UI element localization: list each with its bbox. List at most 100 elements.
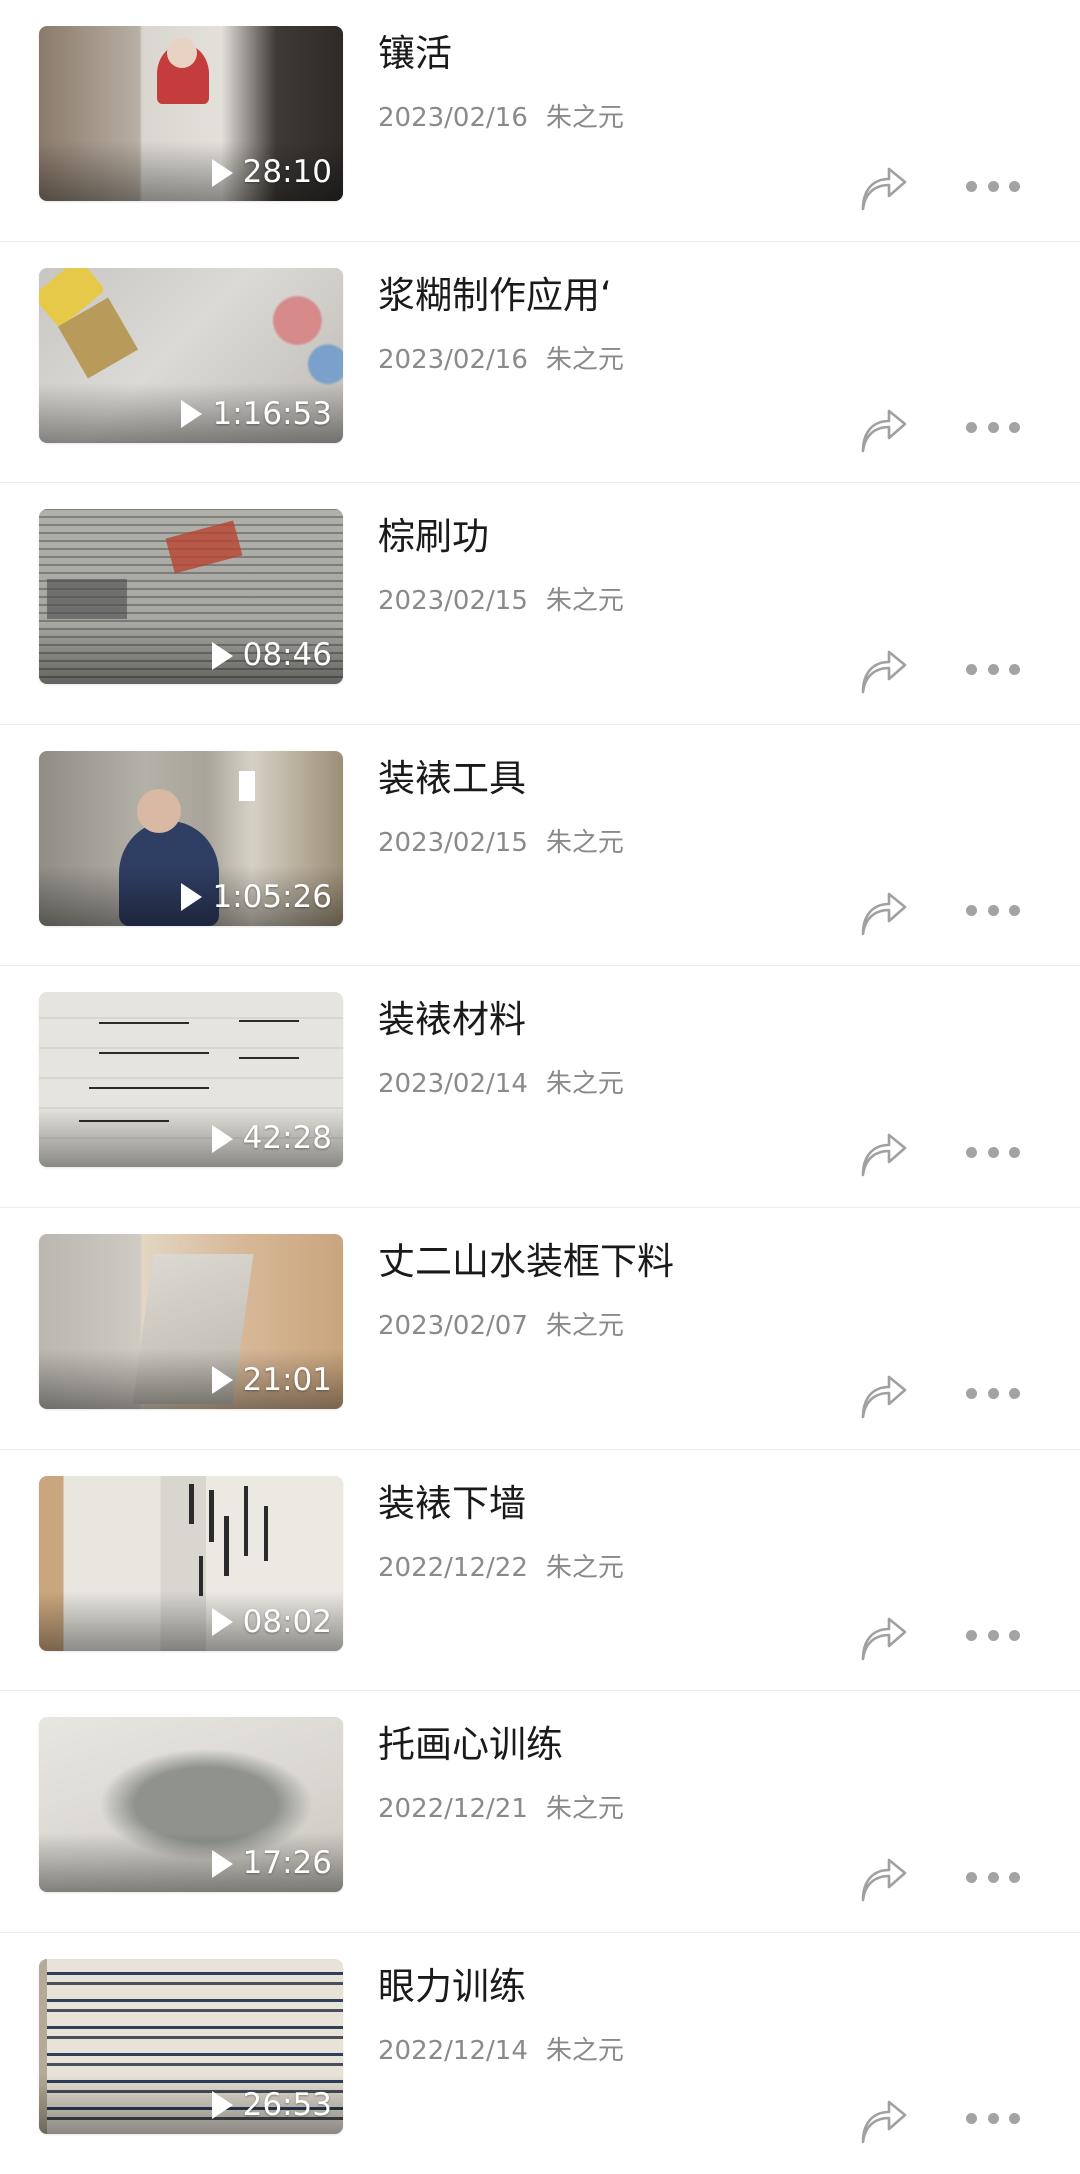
video-thumbnail[interactable]: 08:46 <box>39 509 343 685</box>
video-meta: 2023/02/16 朱之元 <box>378 342 624 378</box>
more-dots-icon[interactable] <box>966 1870 1020 1884</box>
play-icon <box>181 883 203 912</box>
share-arrow-icon[interactable] <box>857 891 909 939</box>
video-date: 2023/02/15 <box>378 586 528 617</box>
video-list-item[interactable]: 26:53 眼力训练 2022/12/14 朱之元 <box>0 1933 1080 2174</box>
video-list-item[interactable]: 28:10 镶活 2023/02/16 朱之元 <box>0 0 1080 242</box>
video-author[interactable]: 朱之元 <box>546 1553 624 1583</box>
video-title[interactable]: 装裱下墙 <box>378 1480 526 1528</box>
duration-text: 28:10 <box>242 154 332 190</box>
video-list-item[interactable]: 08:02 装裱下墙 2022/12/22 朱之元 <box>0 1450 1080 1692</box>
video-date: 2023/02/15 <box>378 827 528 858</box>
more-dots-icon[interactable] <box>966 421 1020 435</box>
share-arrow-icon[interactable] <box>857 166 909 214</box>
play-icon <box>211 1366 233 1395</box>
video-date: 2023/02/16 <box>378 103 528 133</box>
video-thumbnail[interactable]: 21:01 <box>39 1233 343 1409</box>
duration-badge: 1:16:53 <box>181 395 332 432</box>
video-author[interactable]: 朱之元 <box>546 103 624 133</box>
video-date: 2022/12/22 <box>378 1552 528 1583</box>
video-list-item[interactable]: 21:01 丈二山水装框下料 2023/02/07 朱之元 <box>0 1208 1080 1450</box>
video-author[interactable]: 朱之元 <box>546 345 624 375</box>
duration-badge: 42:28 <box>211 1120 332 1157</box>
share-arrow-icon[interactable] <box>857 1132 909 1180</box>
play-icon <box>211 158 233 187</box>
share-arrow-icon[interactable] <box>857 408 909 456</box>
video-list-item[interactable]: 1:16:53 浆糊制作应用‘ 2023/02/16 朱之元 <box>0 242 1080 484</box>
video-meta: 2023/02/15 朱之元 <box>378 583 624 619</box>
video-thumbnail[interactable]: 17:26 <box>39 1717 343 1893</box>
video-date: 2022/12/21 <box>378 1794 528 1825</box>
more-dots-icon[interactable] <box>966 179 1020 193</box>
share-arrow-icon[interactable] <box>857 1857 909 1905</box>
video-date: 2023/02/14 <box>378 1069 528 1100</box>
video-thumbnail[interactable]: 42:28 <box>39 992 343 1168</box>
video-list-item[interactable]: 1:05:26 装裱工具 2023/02/15 朱之元 <box>0 725 1080 967</box>
video-title[interactable]: 装裱工具 <box>378 755 526 803</box>
share-arrow-icon[interactable] <box>857 1616 909 1664</box>
more-dots-icon[interactable] <box>966 1145 1020 1159</box>
video-author[interactable]: 朱之元 <box>546 586 624 616</box>
more-dots-icon[interactable] <box>966 662 1020 676</box>
video-title[interactable]: 棕刷功 <box>378 513 489 561</box>
video-meta: 2023/02/16 朱之元 <box>378 100 624 136</box>
video-title[interactable]: 装裱材料 <box>378 996 526 1044</box>
video-thumbnail[interactable]: 28:10 <box>39 26 343 201</box>
video-date: 2023/02/16 <box>378 344 528 375</box>
duration-text: 26:53 <box>242 2086 332 2123</box>
video-author[interactable]: 朱之元 <box>546 828 624 858</box>
video-meta: 2022/12/21 朱之元 <box>378 1791 624 1827</box>
video-title[interactable]: 托画心训练 <box>378 1721 563 1769</box>
video-meta: 2022/12/22 朱之元 <box>378 1550 624 1586</box>
video-date: 2023/02/07 <box>378 1310 528 1341</box>
duration-text: 08:02 <box>242 1603 332 1640</box>
video-meta: 2022/12/14 朱之元 <box>378 2033 624 2069</box>
video-list-item[interactable]: 17:26 托画心训练 2022/12/21 朱之元 <box>0 1691 1080 1933</box>
more-dots-icon[interactable] <box>966 2112 1020 2126</box>
duration-badge: 26:53 <box>211 2086 332 2123</box>
video-title[interactable]: 丈二山水装框下料 <box>378 1238 674 1286</box>
play-icon <box>211 2091 233 2120</box>
video-author[interactable]: 朱之元 <box>546 2036 624 2066</box>
duration-text: 17:26 <box>242 1845 332 1882</box>
video-title[interactable]: 眼力训练 <box>378 1963 526 2011</box>
play-icon <box>211 641 233 670</box>
duration-text: 08:46 <box>242 637 332 674</box>
more-dots-icon[interactable] <box>966 904 1020 918</box>
video-author[interactable]: 朱之元 <box>546 1311 624 1341</box>
video-author[interactable]: 朱之元 <box>546 1069 624 1099</box>
share-arrow-icon[interactable] <box>857 649 909 697</box>
video-author[interactable]: 朱之元 <box>546 1794 624 1824</box>
video-thumbnail[interactable]: 1:16:53 <box>39 267 343 443</box>
duration-badge: 21:01 <box>211 1361 332 1398</box>
video-title[interactable]: 浆糊制作应用‘ <box>378 272 612 320</box>
share-arrow-icon[interactable] <box>857 1374 909 1422</box>
more-dots-icon[interactable] <box>966 1629 1020 1643</box>
duration-badge: 17:26 <box>211 1845 332 1882</box>
video-date: 2022/12/14 <box>378 2035 528 2066</box>
duration-text: 42:28 <box>242 1120 332 1157</box>
play-icon <box>181 400 203 429</box>
play-icon <box>211 1849 233 1878</box>
play-icon <box>211 1608 233 1637</box>
video-title[interactable]: 镶活 <box>378 30 452 78</box>
duration-badge: 08:02 <box>211 1603 332 1640</box>
video-meta: 2023/02/14 朱之元 <box>378 1066 624 1102</box>
video-list-item[interactable]: 08:46 棕刷功 2023/02/15 朱之元 <box>0 483 1080 725</box>
more-dots-icon[interactable] <box>966 1387 1020 1401</box>
video-thumbnail[interactable]: 1:05:26 <box>39 750 343 926</box>
video-thumbnail[interactable]: 26:53 <box>39 1958 343 2134</box>
share-arrow-icon[interactable] <box>857 2099 909 2147</box>
video-list: 28:10 镶活 2023/02/16 朱之元 1:16:53 浆糊制作应用‘ 2… <box>0 0 1080 2174</box>
video-meta: 2023/02/15 朱之元 <box>378 825 624 861</box>
duration-text: 21:01 <box>242 1361 332 1398</box>
video-meta: 2023/02/07 朱之元 <box>378 1308 624 1344</box>
duration-badge: 28:10 <box>211 154 332 190</box>
play-icon <box>211 1124 233 1153</box>
duration-badge: 1:05:26 <box>181 878 332 915</box>
duration-text: 1:16:53 <box>212 395 332 432</box>
duration-text: 1:05:26 <box>212 878 332 915</box>
video-thumbnail[interactable]: 08:02 <box>39 1475 343 1651</box>
video-list-item[interactable]: 42:28 装裱材料 2023/02/14 朱之元 <box>0 966 1080 1208</box>
duration-badge: 08:46 <box>211 637 332 674</box>
